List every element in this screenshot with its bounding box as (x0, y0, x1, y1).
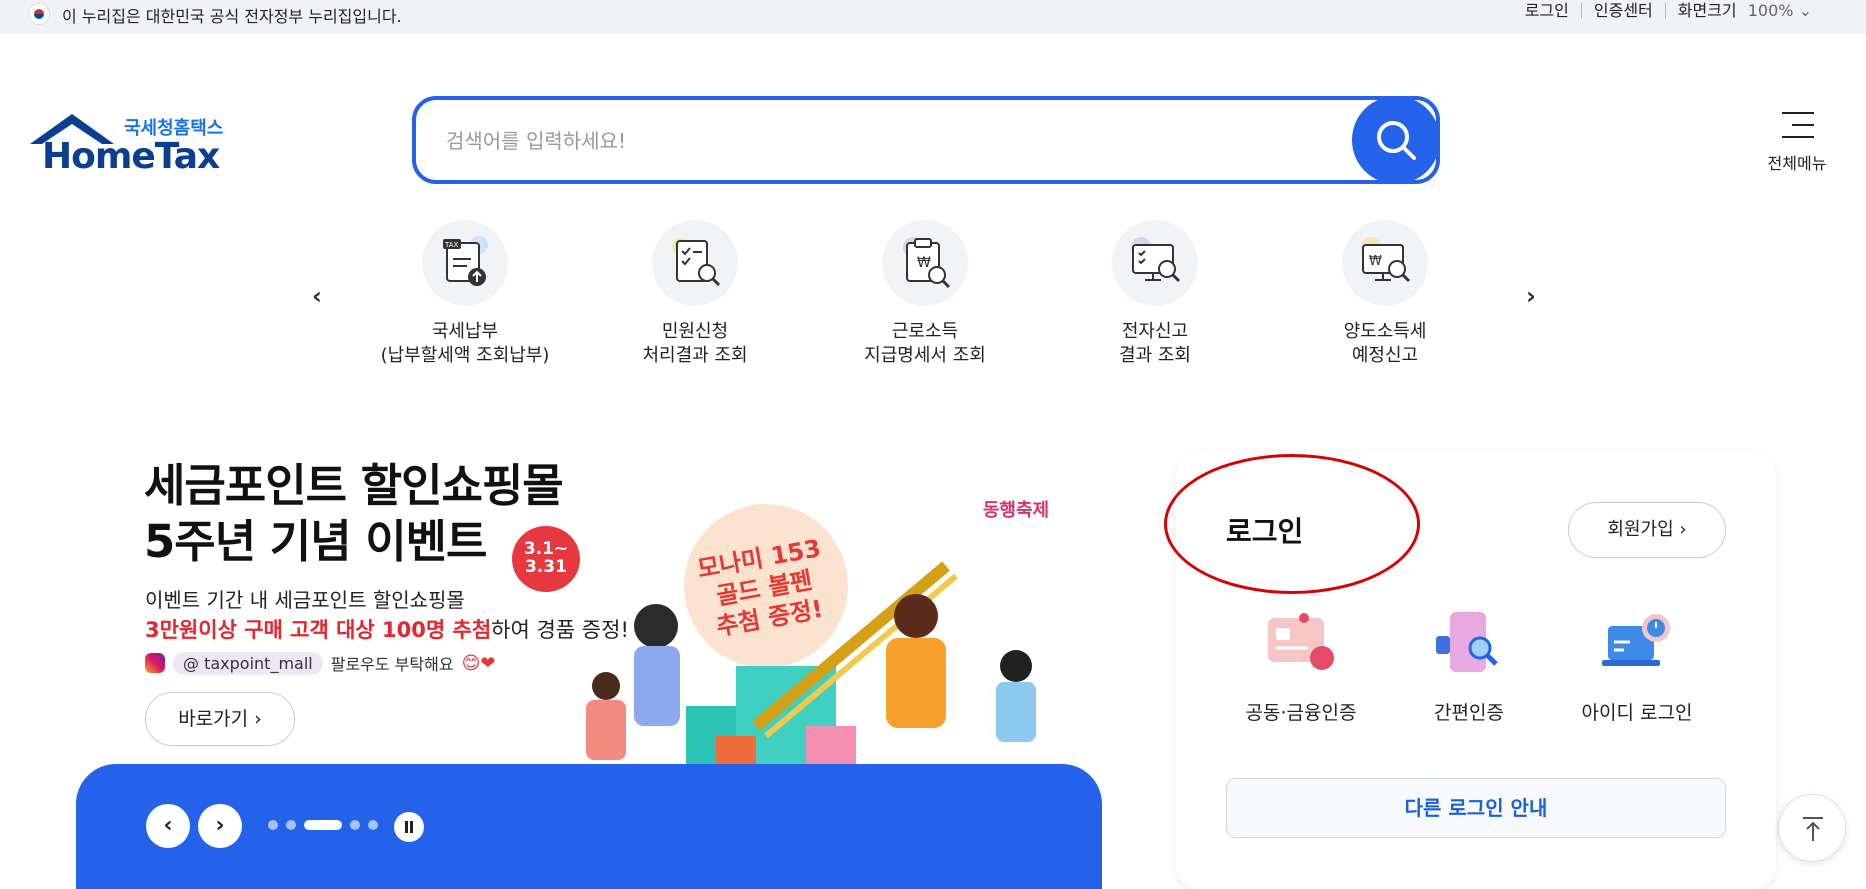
page-dot[interactable] (368, 820, 378, 830)
banner-title-line2: 5주년 기념 이벤트 (144, 515, 487, 568)
zoom-label: 화면크기 (1677, 1, 1737, 20)
login-option-certificate[interactable]: 공동·금융인증 (1226, 612, 1376, 725)
phone-search-icon (1432, 612, 1506, 676)
search-button[interactable] (1352, 96, 1440, 184)
scroll-top-button[interactable] (1778, 794, 1846, 862)
quick-item-civil-result[interactable]: 민원신청처리결과 조회 (585, 220, 805, 368)
smile-heart-icon: 😊❤ (461, 652, 496, 674)
quick-label-line1: 양도소득세 (1343, 321, 1427, 342)
sns-text: 팔로우도 부탁해요 (330, 655, 454, 674)
banner-control-bar: ‹ › (76, 764, 1102, 889)
arrow-up-icon (1803, 817, 1823, 841)
svg-text:TAX: TAX (444, 241, 459, 249)
banner-prev-button[interactable]: ‹ (146, 804, 190, 848)
page-dot[interactable] (286, 820, 296, 830)
quick-prev-arrow-icon[interactable]: ‹ (312, 282, 332, 310)
festa-logo: 동행축제 (983, 500, 1049, 521)
instagram-icon (145, 653, 165, 673)
zoom-value: 100% (1747, 1, 1794, 20)
quick-next-arrow-icon[interactable]: › (1526, 282, 1546, 310)
banner-desc2: 3만원이상 구매 고객 대상 100명 추첨하여 경품 증정! (145, 614, 629, 644)
chevron-right-icon: › (1679, 519, 1687, 540)
zoom-control[interactable]: 화면크기 100% ⌄ (1664, 1, 1824, 20)
quick-item-e-filing[interactable]: 전자신고결과 조회 (1045, 220, 1265, 368)
quick-label-line2: 결과 조회 (1119, 345, 1191, 366)
search-input[interactable] (446, 120, 1346, 162)
sns-row: @ taxpoint_mall 팔로우도 부탁해요 😊❤ (145, 650, 495, 676)
utility-links: 로그인 인증센터 화면크기 100% ⌄ (1513, 3, 1824, 19)
quick-label-line2: (납부할세액 조회납부) (380, 345, 550, 366)
chevron-down-icon: ⌄ (1798, 1, 1812, 20)
page-dot[interactable] (350, 820, 360, 830)
search-box (412, 96, 1440, 184)
cert-center-link[interactable]: 인증센터 (1580, 3, 1665, 19)
gov-topbar: 이 누리집은 대한민국 공식 전자정부 누리집입니다. 로그인 인증센터 화면크… (0, 0, 1866, 34)
banner-desc1: 이벤트 기간 내 세금포인트 할인쇼핑몰 (145, 588, 465, 612)
monitor-checklist-icon (1112, 220, 1198, 306)
quick-item-capital-gains[interactable]: ₩ 양도소득세예정신고 (1275, 220, 1495, 368)
quick-label-line2: 지급명세서 조회 (864, 345, 986, 366)
quick-label-line1: 전자신고 (1121, 321, 1189, 342)
banner-next-button[interactable]: › (198, 804, 242, 848)
monitor-won-search-icon: ₩ (1342, 220, 1428, 306)
gov-notice[interactable]: 이 누리집은 대한민국 공식 전자정부 누리집입니다. (62, 3, 402, 27)
svg-text:₩: ₩ (917, 255, 931, 271)
search-icon (1377, 121, 1416, 160)
clipboard-won-search-icon: ₩ (882, 220, 968, 306)
join-label: 회원가입 (1607, 519, 1674, 540)
top-login-link[interactable]: 로그인 (1513, 3, 1581, 19)
event-illustration: 모나미 153 골드 볼펜 추첨 증정! 동행축제 (586, 500, 1049, 766)
login-panel: 로그인 회원가입 › 공동·금융인증 간편인증 아이디 로그인 다른 로그인 안… (1164, 452, 1776, 889)
hometax-logo[interactable]: 국세청홈택스 HomeTax (24, 106, 224, 177)
other-login-guide-button[interactable]: 다른 로그인 안내 (1226, 778, 1726, 838)
quick-item-earned-income[interactable]: ₩ 근로소득지급명세서 조회 (815, 220, 1035, 368)
pause-icon[interactable] (394, 812, 424, 842)
all-menu-label: 전체메뉴 (1767, 154, 1827, 173)
quick-item-tax-payment[interactable]: TAX 국세납부 (납부할세액 조회납부) (355, 220, 575, 368)
date-badge: 3.1~ 3.31 (512, 526, 580, 592)
svg-text:₩: ₩ (1369, 254, 1382, 269)
quick-menu: ‹ TAX 국세납부 (납부할세액 조회납부) 민원신청 처리결과 조회 ₩ 근… (300, 218, 1560, 378)
quick-label-line1: 국세납부 (431, 321, 499, 342)
all-menu-button[interactable]: 전체메뉴 (1760, 108, 1834, 178)
login-option-label: 아이디 로그인 (1581, 702, 1693, 724)
certificate-card-icon (1264, 612, 1338, 676)
quick-label-line2: 예정신고 (1351, 345, 1419, 366)
page-dot-active[interactable] (304, 820, 342, 830)
logo-en-text: HomeTax (42, 136, 220, 177)
banner-title: 세금포인트 할인쇼핑몰 5주년 기념 이벤트 (144, 458, 564, 570)
go-button-label: 바로가기 (178, 708, 249, 730)
quick-label-line1: 근로소득 (891, 321, 959, 342)
go-button[interactable]: 바로가기 › (145, 692, 295, 746)
korea-flag-icon (28, 3, 50, 25)
login-option-simple[interactable]: 간편인증 (1394, 612, 1544, 725)
login-title: 로그인 (1226, 515, 1304, 548)
hamburger-icon (1782, 112, 1814, 138)
login-option-label: 간편인증 (1434, 702, 1504, 724)
banner-title-line1: 세금포인트 할인쇼핑몰 (144, 459, 564, 512)
page-dot[interactable] (268, 820, 278, 830)
event-banner: 세금포인트 할인쇼핑몰 5주년 기념 이벤트 3.1~ 3.31 이벤트 기간 … (76, 446, 1102, 889)
quick-label-line2: 처리결과 조회 (642, 345, 748, 366)
banner-pagination (268, 820, 378, 830)
banner-desc2-highlight: 3만원이상 구매 고객 대상 100명 추첨 (145, 618, 492, 642)
laptop-power-icon (1600, 612, 1674, 676)
sns-handle[interactable]: @ taxpoint_mall (173, 651, 323, 675)
quick-label-line1: 민원신청 (661, 321, 729, 342)
join-button[interactable]: 회원가입 › (1568, 502, 1726, 558)
login-option-label: 공동·금융인증 (1245, 702, 1357, 724)
chevron-right-icon: › (254, 708, 262, 730)
tax-upload-icon: TAX (422, 220, 508, 306)
login-option-id[interactable]: 아이디 로그인 (1562, 612, 1712, 725)
document-search-icon (652, 220, 738, 306)
